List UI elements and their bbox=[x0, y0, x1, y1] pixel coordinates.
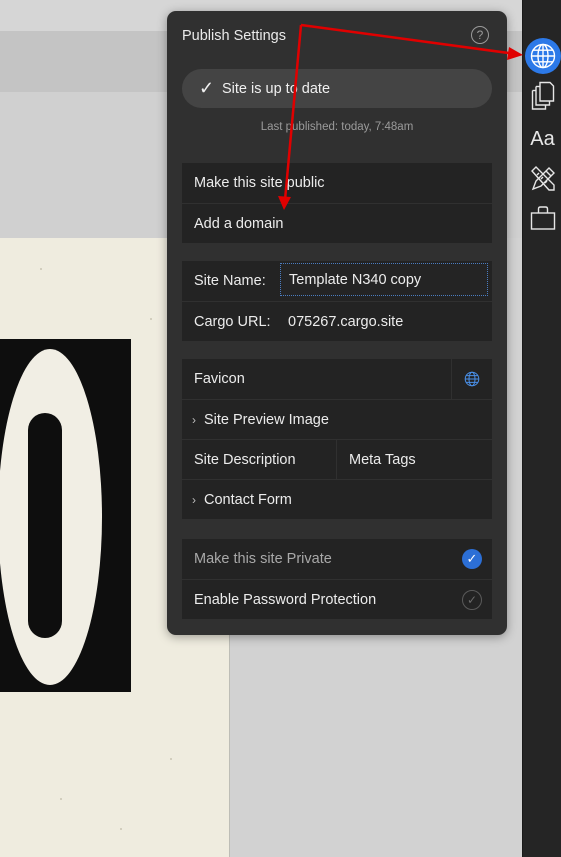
right-sidebar: Aa bbox=[522, 0, 561, 857]
site-description-button[interactable]: Site Description bbox=[182, 440, 337, 480]
add-domain-button[interactable]: Add a domain bbox=[182, 203, 492, 243]
cargo-url-value[interactable]: 075267.cargo.site bbox=[288, 314, 403, 330]
cargo-url-label: Cargo URL: bbox=[194, 313, 271, 330]
make-public-button[interactable]: Make this site public bbox=[182, 163, 492, 203]
digit-counter bbox=[28, 413, 62, 638]
site-preview-image-row[interactable]: › Site Preview Image bbox=[182, 399, 492, 439]
password-protection-label: Enable Password Protection bbox=[194, 591, 377, 608]
site-meta-group: Favicon › Site Preview Image Site Descri… bbox=[182, 359, 492, 519]
publish-status-button[interactable]: ✓ Site is up to date bbox=[182, 69, 492, 108]
add-domain-label: Add a domain bbox=[194, 215, 284, 232]
favicon-row[interactable]: Favicon bbox=[182, 359, 492, 399]
password-protection-row[interactable]: Enable Password Protection ✓ bbox=[182, 579, 492, 619]
site-name-label: Site Name: bbox=[194, 273, 266, 289]
chevron-right-icon: › bbox=[192, 412, 196, 427]
chevron-right-icon: › bbox=[192, 492, 196, 507]
typography-icon[interactable]: Aa bbox=[523, 124, 561, 154]
check-icon: ✓ bbox=[199, 78, 215, 98]
site-description-label: Site Description bbox=[194, 452, 296, 468]
site-fields-group: Site Name: Template N340 copy Cargo URL:… bbox=[182, 261, 492, 341]
last-published-text: Last published: today, 7:48am bbox=[260, 121, 414, 133]
contact-form-label: Contact Form bbox=[204, 491, 292, 508]
help-button[interactable]: ? bbox=[471, 26, 489, 44]
make-private-row[interactable]: Make this site Private ✓ bbox=[182, 539, 492, 579]
design-tools-icon[interactable] bbox=[523, 163, 561, 195]
publish-actions-group: Make this site public Add a domain bbox=[182, 163, 492, 243]
contact-form-row[interactable]: › Contact Form bbox=[182, 479, 492, 519]
site-name-input[interactable]: Template N340 copy bbox=[280, 263, 488, 296]
cargo-url-row: Cargo URL: 075267.cargo.site bbox=[182, 301, 492, 341]
publish-status-text: Site is up to date bbox=[222, 80, 331, 97]
site-preview-image-label: Site Preview Image bbox=[204, 411, 329, 428]
description-tags-row: Site Description Meta Tags bbox=[182, 439, 492, 480]
meta-tags-label: Meta Tags bbox=[349, 452, 416, 468]
make-private-label: Make this site Private bbox=[194, 551, 332, 567]
globe-icon bbox=[464, 371, 480, 387]
make-private-checkbox[interactable]: ✓ bbox=[462, 549, 482, 569]
digit-shape bbox=[0, 349, 102, 685]
pages-icon[interactable] bbox=[523, 80, 561, 112]
page-image-digit bbox=[0, 339, 131, 692]
password-protection-checkbox[interactable]: ✓ bbox=[462, 590, 482, 610]
publish-settings-panel: Publish Settings ? ✓ Site is up to date … bbox=[167, 11, 507, 635]
favicon-upload-button[interactable] bbox=[451, 359, 492, 399]
site-name-row: Site Name: Template N340 copy bbox=[182, 261, 492, 301]
meta-tags-button[interactable]: Meta Tags bbox=[338, 440, 492, 480]
privacy-group: Make this site Private ✓ Enable Password… bbox=[182, 539, 492, 619]
make-public-label: Make this site public bbox=[194, 175, 325, 191]
favicon-label: Favicon bbox=[194, 371, 245, 387]
globe-icon[interactable] bbox=[525, 38, 561, 74]
shop-bag-icon[interactable] bbox=[523, 203, 561, 233]
panel-title: Publish Settings bbox=[182, 28, 286, 44]
